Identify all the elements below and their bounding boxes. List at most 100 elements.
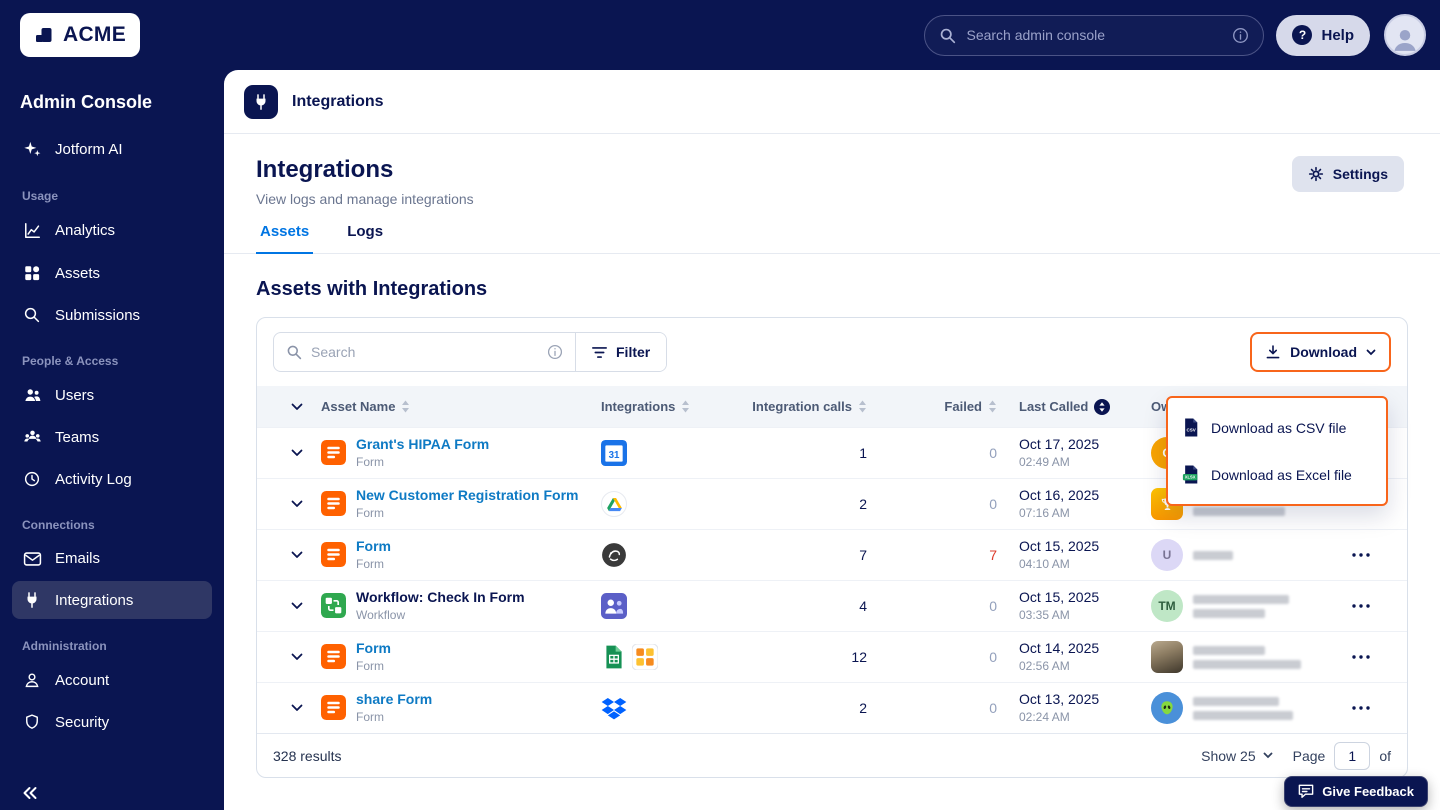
sidebar-item-jotform-ai[interactable]: Jotform AI	[12, 129, 212, 169]
sidebar-item-teams[interactable]: Teams	[12, 418, 212, 456]
expand-all-chevron[interactable]	[273, 403, 321, 411]
sidebar-item-security[interactable]: Security	[12, 703, 212, 741]
acme-logo[interactable]: ACME	[20, 13, 141, 57]
results-count: 328 results	[273, 747, 342, 764]
integrations-plug-badge	[244, 84, 278, 119]
user-avatar[interactable]	[1384, 14, 1426, 56]
sidebar-item-integrations[interactable]: Integrations	[12, 581, 212, 619]
filter-button[interactable]: Filter	[576, 333, 667, 371]
panel-header: Integrations	[224, 70, 1440, 134]
ellipsis-icon	[1352, 706, 1370, 710]
failed-value: 0	[989, 649, 997, 665]
show-per-page-select[interactable]: Show 25	[1201, 748, 1273, 764]
sidebar-section-connections: Connections	[22, 518, 95, 532]
admin-search-input[interactable]	[966, 27, 1223, 43]
filter-icon	[592, 346, 607, 358]
row-expand-chevron[interactable]	[273, 704, 321, 712]
sort-icon[interactable]	[401, 400, 410, 413]
filter-label: Filter	[616, 344, 651, 360]
sidebar-item-activity-log[interactable]: Activity Log	[12, 460, 212, 498]
last-called-date: Oct 15, 2025	[1019, 538, 1100, 555]
settings-label: Settings	[1332, 166, 1388, 182]
sidebar-item-submissions[interactable]: Submissions	[12, 296, 212, 334]
sidebar-item-assets[interactable]: Assets	[12, 254, 212, 292]
asset-name-link[interactable]: New Customer Registration Form	[356, 487, 578, 503]
admin-search[interactable]	[924, 14, 1265, 56]
search-icon	[941, 28, 956, 43]
sort-active-icon[interactable]	[1094, 398, 1111, 415]
row-actions-button[interactable]	[1331, 604, 1391, 608]
csv-file-icon: CSV	[1185, 418, 1198, 437]
help-button[interactable]: ? Help	[1276, 14, 1370, 56]
tab-logs[interactable]: Logs	[343, 223, 387, 254]
row-expand-chevron[interactable]	[273, 653, 321, 661]
table-search-input[interactable]	[311, 344, 538, 360]
settings-button[interactable]: Settings	[1291, 156, 1404, 192]
analytics-icon	[22, 221, 42, 240]
integration-calls-value: 4	[859, 598, 867, 614]
row-expand-chevron[interactable]	[273, 602, 321, 610]
plug-icon	[22, 591, 42, 609]
column-header-failed[interactable]: Failed	[881, 399, 1011, 414]
redacted-owner-email	[1193, 506, 1285, 516]
table-row: Workflow: Check In Form Workflow 4 0 Oct…	[257, 580, 1407, 631]
sort-icon[interactable]	[681, 400, 690, 413]
download-excel-option[interactable]: XLSX Download as Excel file	[1168, 451, 1386, 498]
row-expand-chevron[interactable]	[273, 449, 321, 457]
google-sheets-icon	[606, 645, 622, 669]
tab-assets[interactable]: Assets	[256, 223, 314, 254]
asset-name-link[interactable]: share Form	[356, 691, 432, 707]
person-icon	[1394, 30, 1416, 51]
row-actions-button[interactable]	[1331, 655, 1391, 659]
sidebar: Admin Console Jotform AI Usage Analytics…	[0, 70, 224, 810]
download-csv-option[interactable]: CSV Download as CSV file	[1168, 404, 1386, 451]
asset-name-link[interactable]: Form	[356, 538, 391, 554]
asset-name-link[interactable]: Grant's HIPAA Form	[356, 436, 489, 452]
table-search[interactable]	[274, 333, 576, 371]
row-expand-chevron[interactable]	[273, 500, 321, 508]
sidebar-item-users[interactable]: Users	[12, 376, 212, 414]
table-footer: 328 results Show 25 Page of	[257, 733, 1407, 777]
page-number-input[interactable]	[1334, 741, 1371, 770]
integration-calls-value: 2	[859, 700, 867, 716]
column-header-asset-name[interactable]: Asset Name	[321, 399, 601, 414]
redacted-owner-name	[1193, 550, 1233, 560]
failed-value: 0	[989, 445, 997, 461]
ellipsis-icon	[1352, 604, 1370, 608]
owner-avatar: TM	[1151, 590, 1183, 622]
page-head: Integrations View logs and manage integr…	[224, 134, 1440, 207]
asset-name-link[interactable]: Workflow: Check In Form	[356, 589, 525, 605]
sidebar-item-analytics[interactable]: Analytics	[12, 211, 212, 250]
integration-calls-value: 12	[851, 649, 867, 665]
failed-value: 0	[989, 700, 997, 716]
column-header-last-called[interactable]: Last Called	[1011, 398, 1151, 415]
acme-logo-text: ACME	[63, 23, 127, 46]
row-expand-chevron[interactable]	[273, 551, 321, 559]
sidebar-item-account[interactable]: Account	[12, 661, 212, 699]
sidebar-item-emails[interactable]: Emails	[12, 540, 212, 577]
topbar: ACME ? Help	[0, 0, 1440, 70]
download-button[interactable]: Download	[1250, 332, 1391, 372]
sidebar-section-people-access: People & Access	[22, 354, 119, 368]
sort-icon[interactable]	[858, 400, 867, 413]
give-feedback-button[interactable]: Give Feedback	[1284, 776, 1428, 807]
asset-type: Form	[356, 658, 384, 673]
sort-icon[interactable]	[988, 400, 997, 413]
row-actions-button[interactable]	[1331, 706, 1391, 710]
failed-value: 0	[989, 496, 997, 512]
sparkles-icon	[22, 139, 42, 159]
row-actions-button[interactable]	[1331, 553, 1391, 557]
last-called-date: Oct 14, 2025	[1019, 640, 1100, 657]
column-header-integrations[interactable]: Integrations	[601, 399, 731, 414]
help-label: Help	[1321, 26, 1354, 44]
page-title: Integrations	[256, 156, 394, 183]
asset-name-link[interactable]: Form	[356, 640, 391, 656]
account-person-icon	[22, 671, 42, 689]
collapse-sidebar-icon[interactable]	[18, 782, 42, 804]
column-header-integration-calls[interactable]: Integration calls	[731, 399, 881, 414]
microsoft-teams-icon	[601, 593, 627, 619]
download-label: Download	[1290, 344, 1357, 360]
main-panel: Integrations Integrations View logs and …	[224, 70, 1440, 810]
google-calendar-icon: 31	[601, 440, 627, 466]
table-toolbar: Filter Download	[257, 318, 1407, 386]
